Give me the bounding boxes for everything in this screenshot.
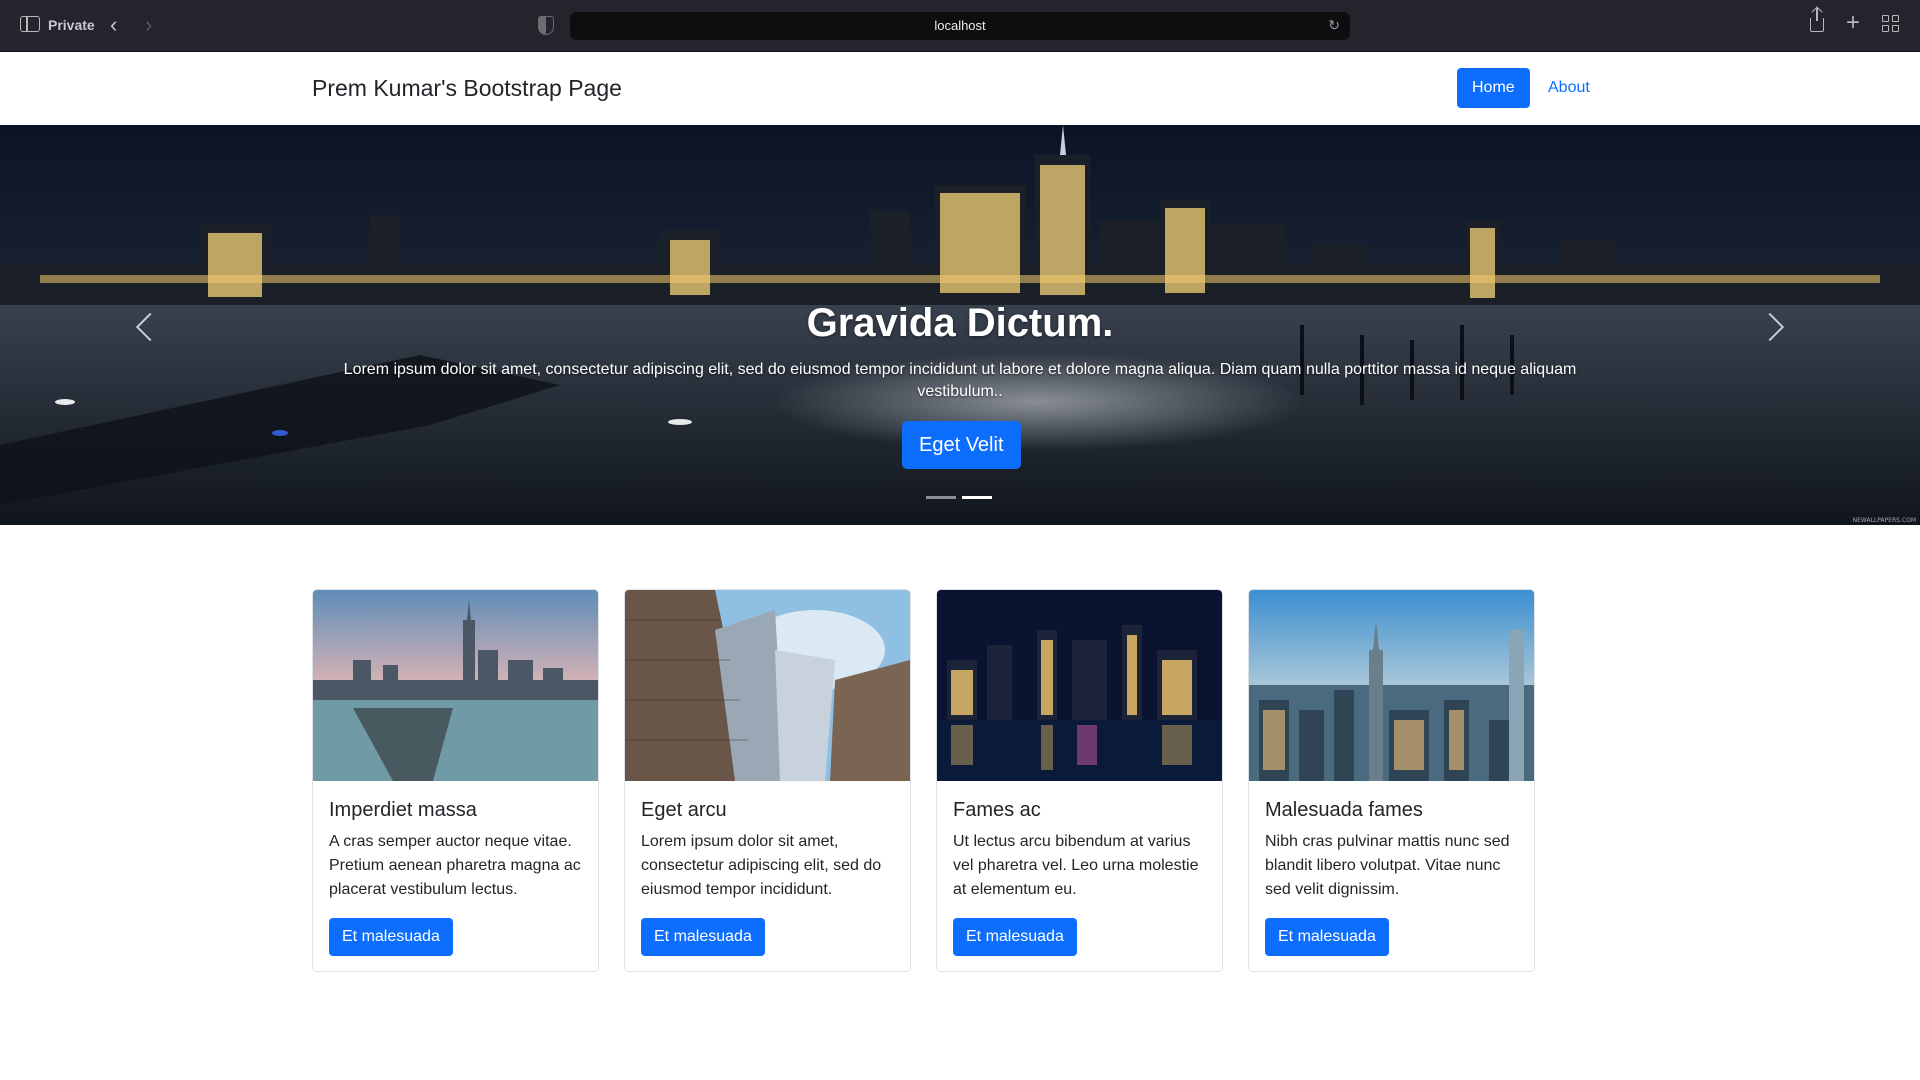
card-button[interactable]: Et malesuada — [641, 918, 765, 956]
site-navbar: Prem Kumar's Bootstrap Page Home About — [0, 53, 1920, 125]
card-text: A cras semper auctor neque vitae. Pretiu… — [329, 833, 581, 898]
forward-arrow-icon[interactable]: › — [145, 14, 152, 36]
card-title: Malesuada fames — [1265, 799, 1423, 821]
new-tab-icon[interactable]: + — [1846, 11, 1860, 35]
site-brand[interactable]: Prem Kumar's Bootstrap Page — [312, 75, 622, 102]
sidebar-toggle-icon[interactable] — [20, 16, 40, 32]
nav-link-about[interactable]: About — [1548, 68, 1590, 108]
card-button[interactable]: Et malesuada — [953, 918, 1077, 956]
card-text: Ut lectus arcu bibendum at varius vel ph… — [953, 833, 1199, 898]
image-watermark: NEWALLPAPERS.COM — [1852, 517, 1916, 524]
address-bar[interactable]: localhost ↻ — [570, 12, 1350, 40]
card-text: Lorem ipsum dolor sit amet, consectetur … — [641, 833, 882, 898]
card-button[interactable]: Et malesuada — [329, 918, 453, 956]
card: Imperdiet massa A cras semper auctor neq… — [312, 589, 599, 972]
card-image-aerial-city — [1249, 590, 1534, 781]
card: Eget arcu Lorem ipsum dolor sit amet, co… — [624, 589, 911, 972]
card-button[interactable]: Et malesuada — [1265, 918, 1389, 956]
carousel-indicator-2[interactable] — [962, 496, 992, 499]
hero-cta-button[interactable]: Eget Velit — [902, 421, 1021, 469]
share-icon[interactable] — [1810, 8, 1824, 32]
hero-title: Gravida Dictum. — [806, 301, 1114, 345]
card-image-city-pier — [313, 590, 598, 781]
card-title: Eget arcu — [641, 799, 727, 821]
carousel-indicators — [926, 496, 992, 499]
card-text: Nibh cras pulvinar mattis nunc sed bland… — [1265, 833, 1510, 898]
card-title: Fames ac — [953, 799, 1041, 821]
tab-overview-icon[interactable] — [1882, 12, 1899, 32]
hero-text: Lorem ipsum dolor sit amet, consectetur … — [343, 361, 1577, 400]
url-text: localhost — [934, 18, 986, 33]
nav-link-home[interactable]: Home — [1457, 68, 1530, 108]
back-arrow-icon[interactable]: ‹ — [110, 14, 117, 36]
carousel-indicator-1[interactable] — [926, 496, 956, 499]
hero-carousel: Gravida Dictum. Lorem ipsum dolor sit am… — [0, 125, 1920, 525]
card-title: Imperdiet massa — [329, 799, 477, 821]
card: Fames ac Ut lectus arcu bibendum at vari… — [936, 589, 1223, 972]
card-image-night-skyline — [937, 590, 1222, 781]
private-mode-label: Private — [48, 17, 95, 33]
reload-icon[interactable]: ↻ — [1328, 17, 1340, 34]
card-grid: Imperdiet massa A cras semper auctor neq… — [312, 589, 1536, 972]
card-image-skyscrapers — [625, 590, 910, 781]
privacy-shield-icon[interactable] — [538, 16, 554, 35]
card: Malesuada fames Nibh cras pulvinar matti… — [1248, 589, 1535, 972]
browser-toolbar: Private ‹ › localhost ↻ + — [0, 0, 1920, 52]
